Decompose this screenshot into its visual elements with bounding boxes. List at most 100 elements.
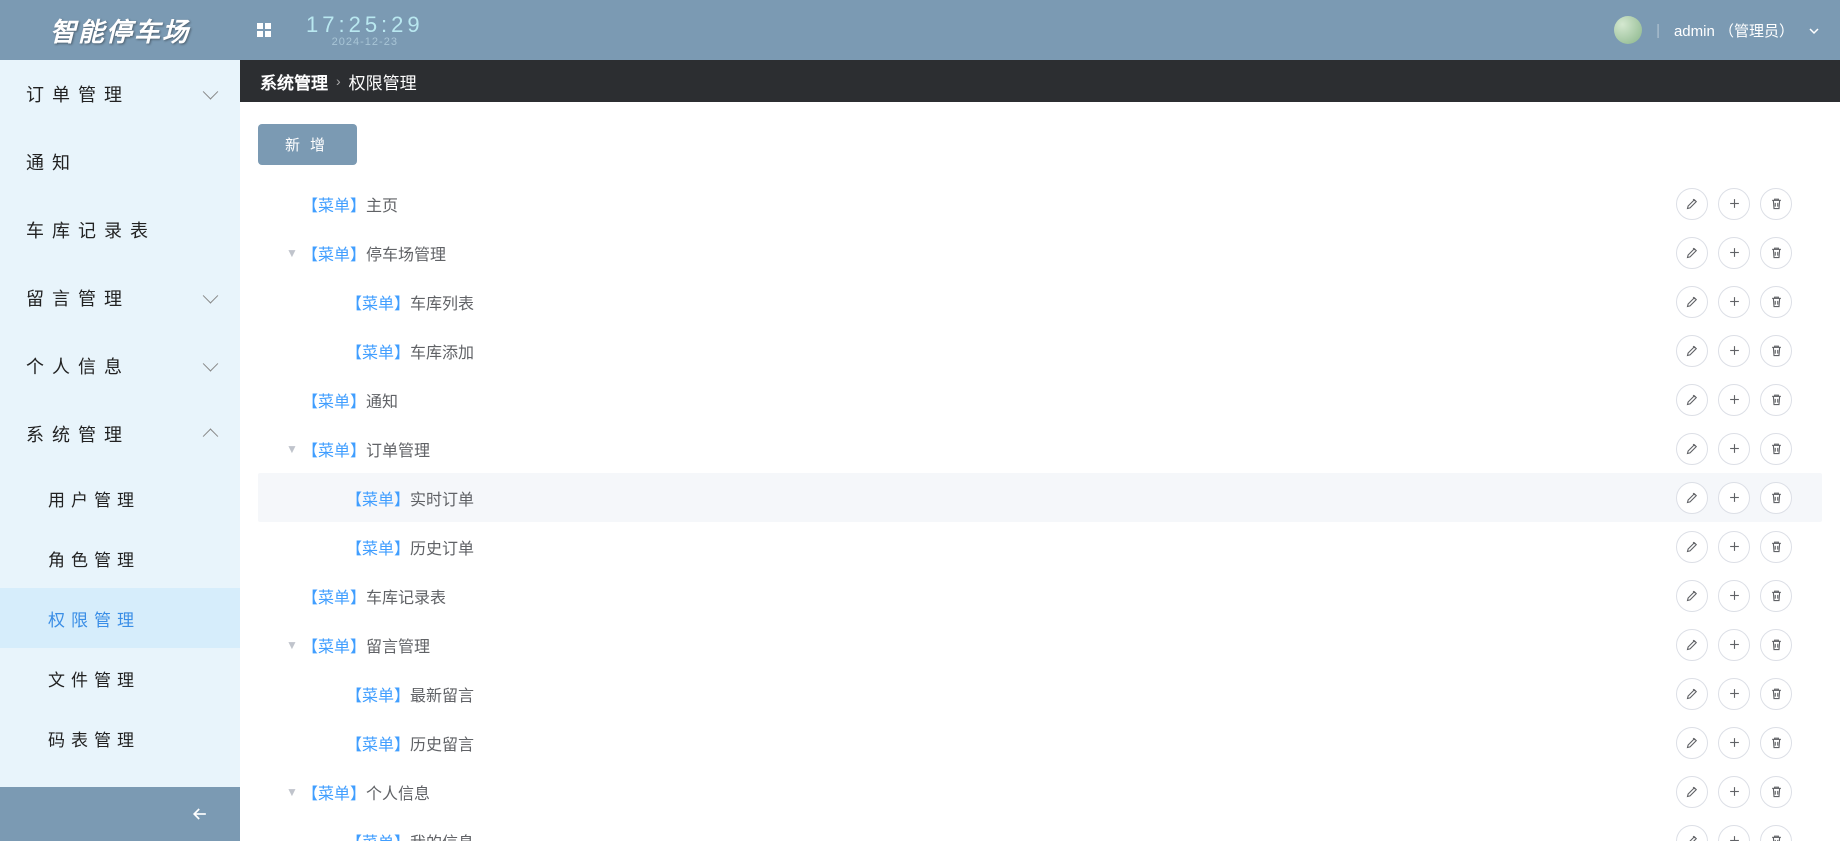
add-child-button[interactable] [1718, 482, 1750, 514]
plus-icon [1727, 490, 1742, 505]
delete-button[interactable] [1760, 776, 1792, 808]
tree-node-name: 车库添加 [410, 339, 474, 363]
add-child-button[interactable] [1718, 825, 1750, 841]
chevron-down-icon[interactable] [1808, 24, 1820, 36]
tree-row[interactable]: ▶【菜单】我的信息 [258, 816, 1822, 841]
edit-button[interactable] [1676, 188, 1708, 220]
add-child-button[interactable] [1718, 776, 1750, 808]
delete-button[interactable] [1760, 237, 1792, 269]
delete-button[interactable] [1760, 433, 1792, 465]
add-child-button[interactable] [1718, 335, 1750, 367]
delete-button[interactable] [1760, 188, 1792, 220]
sidebar-item[interactable]: 车库记录表 [0, 196, 240, 264]
menu-toggle-button[interactable] [252, 18, 276, 42]
add-child-button[interactable] [1718, 629, 1750, 661]
delete-button[interactable] [1760, 286, 1792, 318]
menu-tag: 【菜单】 [302, 437, 366, 461]
sidebar-item[interactable]: 订单管理 [0, 60, 240, 128]
edit-button[interactable] [1676, 580, 1708, 612]
sidebar-item[interactable]: 通知 [0, 128, 240, 196]
delete-button[interactable] [1760, 531, 1792, 563]
breadcrumb-root[interactable]: 系统管理 [260, 69, 328, 94]
sidebar-sub-item[interactable]: 文件管理 [0, 648, 240, 708]
delete-button[interactable] [1760, 727, 1792, 759]
tree-row[interactable]: ▶【菜单】最新留言 [258, 669, 1822, 718]
tree-node-name: 车库列表 [410, 290, 474, 314]
edit-button[interactable] [1676, 531, 1708, 563]
edit-button[interactable] [1676, 237, 1708, 269]
add-child-button[interactable] [1718, 531, 1750, 563]
add-child-button[interactable] [1718, 188, 1750, 220]
delete-button[interactable] [1760, 678, 1792, 710]
edit-button[interactable] [1676, 482, 1708, 514]
edit-icon [1685, 735, 1700, 750]
tree-node-label: 【菜单】车库添加 [346, 339, 1676, 363]
edit-button[interactable] [1676, 286, 1708, 318]
delete-button[interactable] [1760, 335, 1792, 367]
sidebar-sub-item[interactable]: 用户管理 [0, 468, 240, 528]
caret-down-icon[interactable]: ▼ [282, 442, 302, 456]
menu-tag: 【菜单】 [302, 241, 366, 265]
caret-down-icon[interactable]: ▼ [282, 246, 302, 260]
tree-row[interactable]: ▶【菜单】通知 [258, 375, 1822, 424]
add-child-button[interactable] [1718, 433, 1750, 465]
edit-button[interactable] [1676, 825, 1708, 841]
menu-tag: 【菜单】 [302, 584, 366, 608]
delete-button[interactable] [1760, 629, 1792, 661]
tree-row[interactable]: ▶【菜单】历史订单 [258, 522, 1822, 571]
tree-row[interactable]: ▼【菜单】个人信息 [258, 767, 1822, 816]
sidebar-sub-item[interactable]: 权限管理 [0, 588, 240, 648]
trash-icon [1769, 833, 1784, 841]
caret-down-icon[interactable]: ▼ [282, 638, 302, 652]
tree-row-actions [1676, 727, 1792, 759]
add-child-button[interactable] [1718, 580, 1750, 612]
menu-tag: 【菜单】 [302, 780, 366, 804]
add-child-button[interactable] [1718, 384, 1750, 416]
menu-tag: 【菜单】 [346, 535, 410, 559]
tree-row[interactable]: ▼【菜单】停车场管理 [258, 228, 1822, 277]
tree-row[interactable]: ▼【菜单】订单管理 [258, 424, 1822, 473]
sidebar-item[interactable]: 系统管理 [0, 400, 240, 468]
delete-button[interactable] [1760, 482, 1792, 514]
permission-tree: ▶【菜单】主页▼【菜单】停车场管理▶【菜单】车库列表▶【菜单】车库添加▶【菜单】… [258, 179, 1822, 841]
tree-row[interactable]: ▶【菜单】实时订单 [258, 473, 1822, 522]
edit-button[interactable] [1676, 335, 1708, 367]
tree-row-actions [1676, 776, 1792, 808]
tree-row[interactable]: ▶【菜单】历史留言 [258, 718, 1822, 767]
edit-button[interactable] [1676, 678, 1708, 710]
edit-button[interactable] [1676, 727, 1708, 759]
avatar[interactable] [1614, 16, 1642, 44]
add-child-button[interactable] [1718, 727, 1750, 759]
tree-row[interactable]: ▶【菜单】车库列表 [258, 277, 1822, 326]
edit-button[interactable] [1676, 433, 1708, 465]
user-display[interactable]: admin （管理员） [1674, 20, 1794, 41]
tree-node-name: 留言管理 [366, 633, 430, 657]
tree-row[interactable]: ▼【菜单】留言管理 [258, 620, 1822, 669]
app-title: 智能停车场 [0, 12, 240, 49]
delete-button[interactable] [1760, 825, 1792, 841]
add-button[interactable]: 新增 [258, 124, 357, 165]
tree-row[interactable]: ▶【菜单】车库添加 [258, 326, 1822, 375]
sidebar-item[interactable]: 留言管理 [0, 264, 240, 332]
delete-button[interactable] [1760, 384, 1792, 416]
grid-icon [256, 22, 272, 38]
tree-row[interactable]: ▶【菜单】车库记录表 [258, 571, 1822, 620]
tree-row-actions [1676, 335, 1792, 367]
edit-button[interactable] [1676, 776, 1708, 808]
trash-icon [1769, 490, 1784, 505]
sidebar-sub-item[interactable]: 角色管理 [0, 528, 240, 588]
add-child-button[interactable] [1718, 678, 1750, 710]
edit-button[interactable] [1676, 384, 1708, 416]
add-child-button[interactable] [1718, 237, 1750, 269]
plus-icon [1727, 294, 1742, 309]
sidebar-collapse-bar[interactable] [0, 787, 240, 841]
delete-button[interactable] [1760, 580, 1792, 612]
tree-row[interactable]: ▶【菜单】主页 [258, 179, 1822, 228]
sidebar-item[interactable]: 个人信息 [0, 332, 240, 400]
add-child-button[interactable] [1718, 286, 1750, 318]
edit-button[interactable] [1676, 629, 1708, 661]
caret-down-icon[interactable]: ▼ [282, 785, 302, 799]
content-inner: 新增 ▶【菜单】主页▼【菜单】停车场管理▶【菜单】车库列表▶【菜单】车库添加▶【… [240, 102, 1840, 841]
sidebar-sub-item[interactable]: 码表管理 [0, 708, 240, 768]
menu-tag: 【菜单】 [302, 388, 366, 412]
